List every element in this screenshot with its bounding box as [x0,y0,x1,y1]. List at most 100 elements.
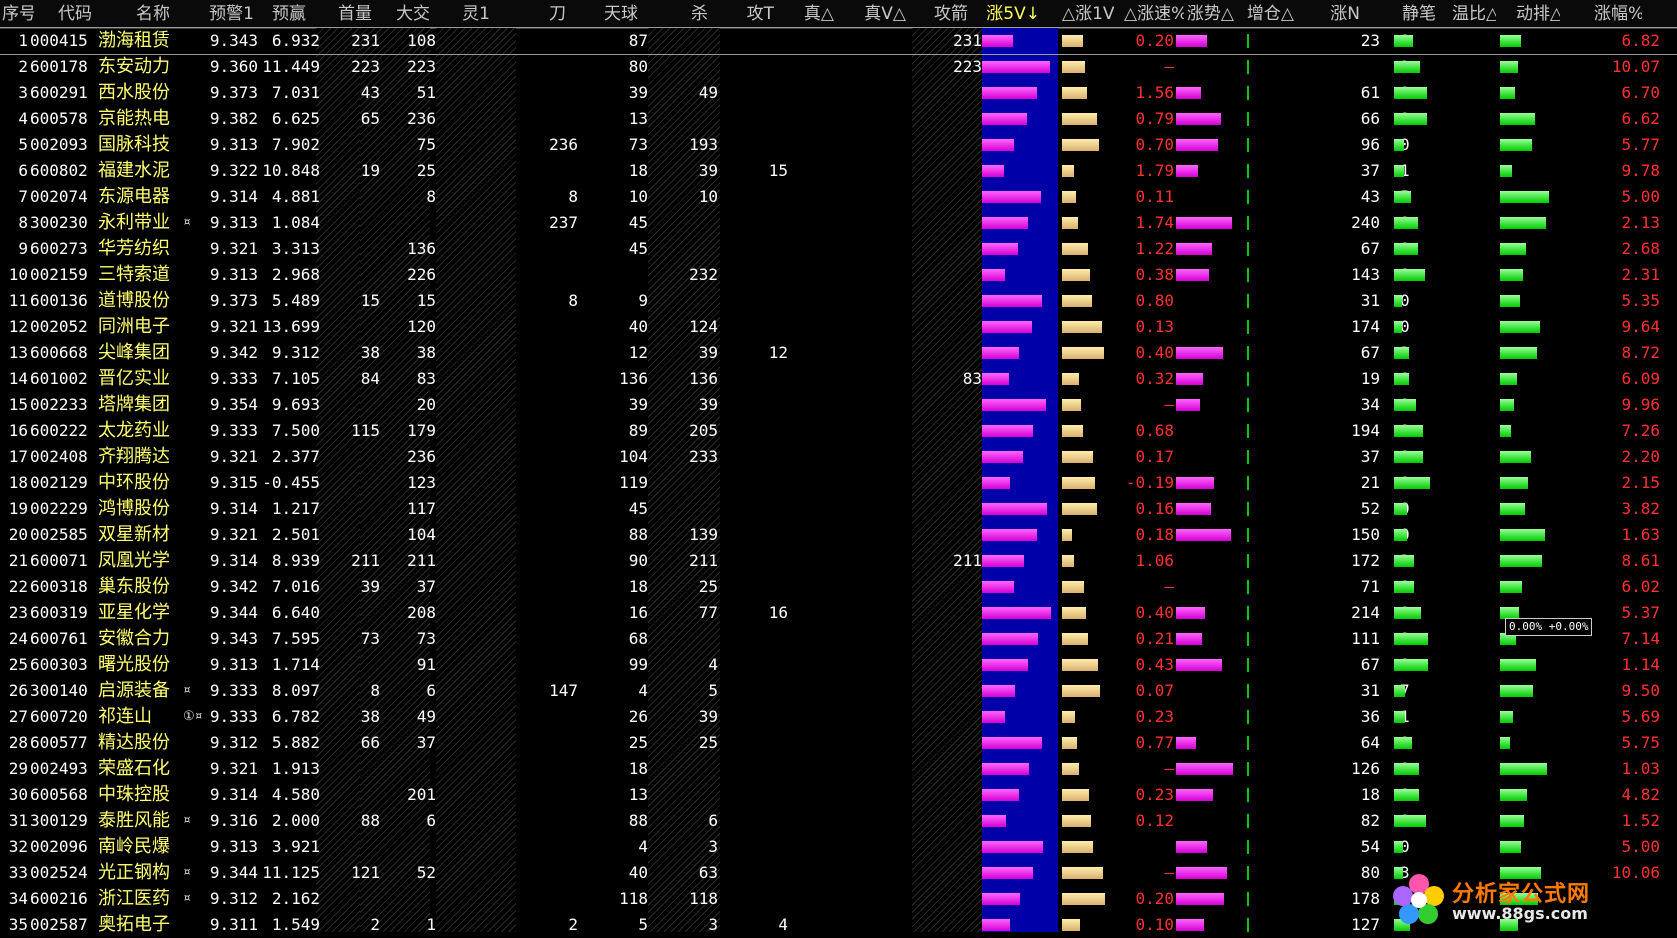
cell-zf: 6.82 [1621,31,1660,50]
table-row[interactable]: 1000415渤海租赁9.3436.932231108872310.202316… [0,27,1677,55]
table-row[interactable]: 28600577精达股份9.3125.882663725250.776405.7… [0,730,1677,756]
table-row[interactable]: 10002159三特索道9.3132.9682262320.3814312.31 [0,262,1677,288]
column-header-16[interactable]: 涨5V↓ [982,0,1040,28]
column-header-19[interactable]: 涨势△ [1182,0,1234,28]
table-row[interactable]: 22600318巢东股份9.3427.01639371825–7106.02 [0,574,1677,600]
cell-gt: 15 [768,161,788,180]
indicator-bar [1394,373,1409,385]
table-row[interactable]: 30600568中珠控股9.3144.580201130.231804.82 [0,782,1677,808]
cell-name: 太龙药业 [98,420,170,441]
cell-gt [718,860,788,886]
table-row[interactable]: 15002233塔牌集团9.3549.693203939–3499.96 [0,392,1677,418]
cell-gt [718,444,788,470]
column-header-18[interactable]: △涨速% [1124,0,1184,28]
column-header-25[interactable]: 涨幅% [1594,0,1642,28]
cell-seq: 2 [18,57,28,76]
indicator-bar [1394,607,1421,619]
column-header-8[interactable]: 灵1 [458,0,490,28]
column-header-23[interactable]: 温比△ [1452,0,1496,28]
cell-gj [912,288,982,314]
cell-tq: 16 [628,603,648,622]
column-header-9[interactable]: 刀 [534,0,566,28]
cell-tq: 99 [628,655,648,674]
table-row[interactable]: 6 600802 福建水泥 9.322 10.848 19 25 18 39 15 1.79 37 1 9… [0,158,1677,184]
column-header-12[interactable]: 攻T [738,0,774,28]
cell-gj [912,470,982,496]
cell-code: 600568 [30,785,88,804]
column-header-6[interactable]: 首量 [332,0,372,28]
column-header-24[interactable]: 动排△ [1516,0,1560,28]
table-row[interactable]: 29002493荣盛石化9.3211.91318–12601.03 [0,756,1677,782]
table-row[interactable]: 9600273华芳纺织9.3213.313136451.226702.68 [0,236,1677,262]
table-row[interactable]: 11 600136 道博股份 9.373 5.489 15 15 8 9 0.80 31 0 5.35 [0,288,1677,314]
table-row[interactable]: 24600761安徽合力9.3437.5957373680.2111117.14 [0,626,1677,652]
table-row[interactable]: 20002585双星新材9.3212.501104881390.1815001.… [0,522,1677,548]
cell-dj: 104 [407,525,436,544]
table-row[interactable]: 4600578京能热电9.3826.62565236130.796606.62 [0,106,1677,132]
cell-gt [718,834,788,860]
cell-zn: 127 [1351,915,1380,934]
column-header-11[interactable]: 杀 [676,0,708,28]
table-row[interactable]: 5 002093 国脉科技 9.313 7.902 75 236 73 193 0.70 96 0 5.… [0,132,1677,158]
cell-sha: 139 [689,525,718,544]
table-row[interactable]: 23600319亚星化学9.3446.6402081677160.4021405… [0,600,1677,626]
column-header-10[interactable]: 天球 [594,0,638,28]
table-row[interactable]: 32 002096 南岭民爆 9.313 3.921 4 3 54 0 5.00 [0,834,1677,860]
column-header-4[interactable]: 预警1 [204,0,254,28]
cell-tq: 13 [628,109,648,128]
cell-zv [790,834,910,860]
stock-grid[interactable]: 序号 代码 名称 预警1 预赢 首量 大交 灵1 刀天球 杀 攻T 真△ 真V△ 攻箭 涨5V↓ △涨1V △涨… [0,0,1677,935]
cell-win: 7.105 [271,369,320,388]
table-row[interactable]: 14 601002 晋亿实业 9.333 7.105 84 83 136 136 83 0.32 19… [0,366,1677,392]
cell-dao [516,444,578,470]
cell-code: 002093 [30,135,88,154]
column-header-20[interactable]: 增仓△ [1242,0,1294,28]
column-header-22[interactable]: 静笔 [1396,0,1436,28]
column-header-1[interactable]: 序号 [2,0,34,28]
cell-win: 2.968 [271,265,320,284]
cell-zs: 0.40 [1135,343,1174,362]
column-header-21[interactable]: 涨N [1330,0,1360,28]
cell-sha: 3 [708,837,718,856]
cell-gj [912,678,982,704]
table-row[interactable]: 18002129中环股份9.315-0.455123119-0.192102.1… [0,470,1677,496]
table-row[interactable]: 3600291西水股份9.3737.031435139491.566106.70 [0,80,1677,106]
cell-gj [912,860,982,886]
stock-flag-mark [183,418,205,444]
column-header-13[interactable]: 真△ [794,0,834,28]
indicator-bar [1394,87,1427,99]
cell-dao [516,808,578,834]
table-row[interactable]: 13600668尖峰集团9.3429.31238381239120.406738… [0,340,1677,366]
column-header-5[interactable]: 预赢 [266,0,306,28]
table-row[interactable]: 31300129泰胜风能9.3162.0008868860.128211.52¤ [0,808,1677,834]
table-row[interactable]: 25600303曙光股份9.3131.714919940.436701.14 [0,652,1677,678]
stock-flag-mark [183,574,205,600]
indicator-tick [1247,450,1249,464]
cell-zf: 5.00 [1621,837,1660,856]
table-row[interactable]: 27600720 祁连山 9.333 6.782 38 49 26 39 0.23 36 1 5.69… [0,704,1677,730]
table-row[interactable]: 16 600222 太龙药业 9.333 7.500 115 179 89 205 0.68 194… [0,418,1677,444]
column-header-14[interactable]: 真V△ [852,0,906,28]
column-header-15[interactable]: 攻箭 [928,0,968,28]
table-row[interactable]: 12 002052 同洲电子 9.321 13.699 120 40 124 0.13 174 0 9… [0,314,1677,340]
cell-p1: 9.344 [209,603,258,622]
table-row[interactable]: 2600178东安动力9.36011.44922322380223–210.07 [0,54,1677,80]
cell-dao [516,730,578,756]
table-row[interactable]: 8300230永利带业9.3131.084237451.7424002.13¤ [0,210,1677,236]
column-header-3[interactable]: 名称 [130,0,170,28]
table-row[interactable]: 21 600071 凤凰光学 9.314 8.939 211 211 90 211 211 1.06… [0,548,1677,574]
cell-tq: 68 [628,629,648,648]
column-header-17[interactable]: △涨1V [1062,0,1114,28]
column-header-2[interactable]: 代码 [44,0,92,28]
cell-l1 [436,496,516,522]
table-row[interactable]: 7002074东源电器9.3144.8818810100.114355.00 [0,184,1677,210]
column-header-7[interactable]: 大交 [390,0,430,28]
table-row[interactable]: 26300140 启源装备 9.333 8.097 8 6 147 4 5 0.07 31 7 9.50… [0,678,1677,704]
indicator-bar [1500,113,1535,125]
cell-zv [790,262,910,288]
cell-name: 启源装备 [98,680,170,701]
table-row[interactable]: 17002408齐翔腾达9.3212.3772361042330.173702.… [0,444,1677,470]
cell-l1 [436,756,516,782]
cell-dj: 236 [407,447,436,466]
table-row[interactable]: 19002229鸿博股份9.3141.217117450.165203.82 [0,496,1677,522]
